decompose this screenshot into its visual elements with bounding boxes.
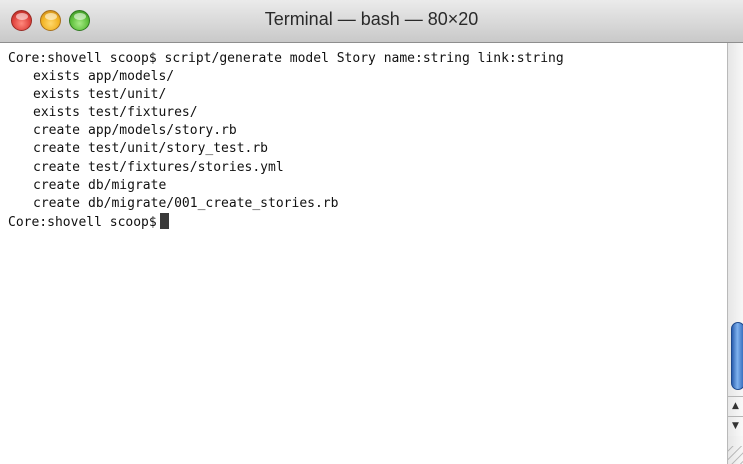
output-status: create: [33, 141, 80, 157]
output-path: app/models/story.rb: [88, 123, 237, 139]
output-status: exists: [33, 69, 80, 85]
command-text: script/generate model Story name:string …: [164, 51, 564, 66]
output-line: create db/migrate/001_create_stories.rb: [8, 195, 727, 213]
command-line: Core:shovell scoop$ script/generate mode…: [8, 50, 727, 68]
output-path: test/unit/story_test.rb: [88, 141, 269, 157]
output-status: create: [33, 123, 80, 139]
output-status: exists: [33, 87, 80, 103]
title-bar[interactable]: Terminal — bash — 80×20: [0, 0, 743, 43]
scrollbar-thumb[interactable]: [731, 322, 743, 390]
prompt: Core:shovell scoop$: [8, 214, 157, 230]
output-path: test/unit/: [88, 87, 167, 103]
terminal-content[interactable]: Core:shovell scoop$ script/generate mode…: [0, 43, 727, 464]
output-line: create app/models/story.rb: [8, 122, 727, 140]
text-cursor: [159, 212, 169, 229]
window-title: Terminal — bash — 80×20: [264, 9, 479, 29]
current-prompt-line[interactable]: Core:shovell scoop$: [8, 212, 727, 231]
resize-grip-icon[interactable]: [728, 446, 743, 464]
output-status: create: [33, 177, 80, 193]
scroll-down-arrow-icon[interactable]: ▼: [728, 416, 743, 436]
output-line: create test/fixtures/stories.yml: [8, 159, 727, 177]
output-path: db/migrate/001_create_stories.rb: [88, 195, 339, 211]
output-line: exists test/fixtures/: [8, 104, 727, 122]
output-path: test/fixtures/stories.yml: [88, 159, 284, 175]
output-path: test/fixtures/: [88, 105, 198, 121]
output-path: app/models/: [88, 69, 175, 85]
output-path: db/migrate: [88, 177, 167, 193]
output-line: create db/migrate: [8, 177, 727, 195]
output-line: create test/unit/story_test.rb: [8, 140, 727, 158]
scroll-up-arrow-icon[interactable]: ▲: [728, 396, 743, 416]
output-line: exists test/unit/: [8, 86, 727, 104]
output-status: exists: [33, 105, 80, 121]
output-line: exists app/models/: [8, 68, 727, 86]
output-status: create: [33, 159, 80, 175]
prompt: Core:shovell scoop$: [8, 51, 157, 66]
terminal-window: Terminal — bash — 80×20 Core:shovell sco…: [0, 0, 743, 464]
output-status: create: [33, 195, 80, 211]
